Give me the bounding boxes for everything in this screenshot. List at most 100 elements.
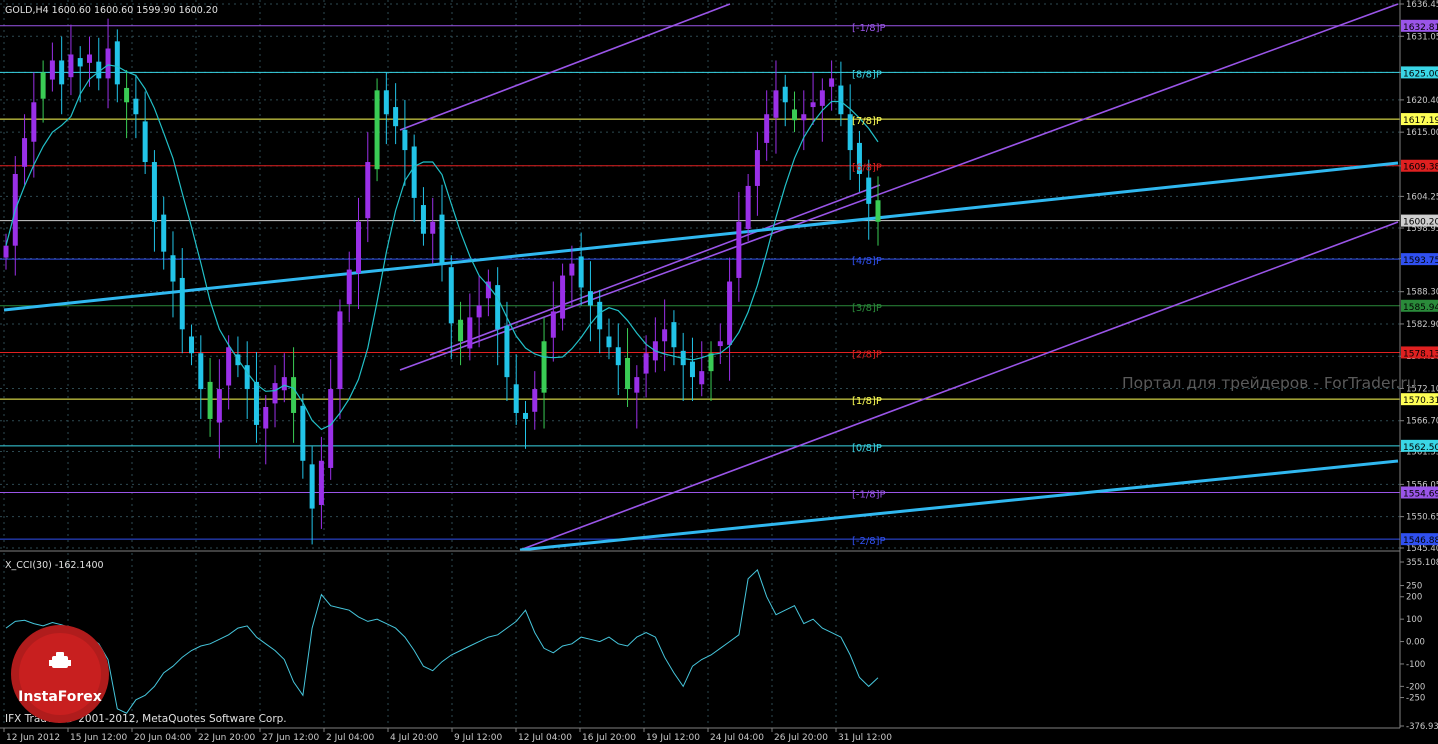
candle-body [792, 109, 798, 121]
murrey-level-label: [-2/8]P [852, 536, 886, 547]
murrey-level-label: [8/8]P [852, 69, 882, 80]
candle-body [662, 329, 668, 342]
candle-body [550, 311, 556, 338]
candle-body [727, 281, 733, 345]
time-axis-label: 16 Jul 20:00 [582, 733, 636, 743]
time-axis-label: 19 Jul 12:00 [646, 733, 700, 743]
candle-body [569, 263, 575, 276]
candle-body [875, 200, 881, 222]
candle-body [31, 102, 37, 142]
candle-body [151, 162, 157, 222]
candle-body [764, 114, 770, 143]
cci-indicator-label: X_CCI(30) -162.1400 [5, 560, 104, 571]
cci-axis-label: 100 [1406, 615, 1422, 625]
candle-body [253, 381, 259, 425]
price-axis-label: 1582.90 [1406, 320, 1438, 330]
candle-body [578, 256, 584, 288]
candle-body [291, 377, 297, 413]
candle-body [318, 460, 324, 505]
price-tag-text: 1570.31 [1403, 396, 1438, 406]
time-axis-label: 2 Jul 04:00 [326, 733, 375, 743]
time-axis-label: 15 Jun 12:00 [70, 733, 127, 743]
candle-body [198, 353, 204, 390]
candle-body [216, 389, 222, 423]
chart-background [0, 0, 1438, 744]
cci-axis-label: -376.931 [1406, 722, 1438, 732]
time-axis-label: 9 Jul 12:00 [454, 733, 503, 743]
time-axis-label: 22 Jun 20:00 [198, 733, 255, 743]
murrey-level-label: [-1/8]P [852, 23, 886, 34]
candle-body [300, 405, 306, 461]
candle-body [133, 98, 139, 115]
candle-body [179, 277, 185, 330]
candle-body [560, 275, 566, 319]
time-axis-label: 20 Jun 04:00 [134, 733, 191, 743]
price-tag-text: 1600.20 [1403, 218, 1438, 228]
murrey-level-label: [4/8]P [852, 256, 882, 267]
candle-body [59, 60, 65, 85]
candle-body [773, 90, 779, 118]
candle-body [458, 319, 464, 342]
candle-body [124, 87, 130, 103]
candle-body [689, 361, 695, 378]
candle-body [587, 291, 593, 306]
candle-body [541, 341, 547, 393]
price-axis-label: 1620.40 [1406, 96, 1438, 106]
candle-body [634, 377, 640, 393]
price-tag-text: 1632.81 [1403, 23, 1438, 33]
cci-axis-label: -100 [1406, 660, 1425, 670]
time-axis-label: 12 Jun 2012 [6, 733, 60, 743]
candle-body [49, 60, 55, 80]
candle-body [745, 185, 751, 229]
candle-body [170, 255, 176, 282]
time-axis-label: 26 Jul 20:00 [774, 733, 828, 743]
instaforex-logo: InstaForex [11, 625, 109, 723]
candle-body [114, 41, 120, 85]
time-axis-label: 12 Jul 04:00 [518, 733, 572, 743]
price-axis-label: 1588.30 [1406, 288, 1438, 298]
candle-body [495, 285, 501, 330]
candle-body [782, 86, 788, 103]
candle-body [513, 384, 519, 413]
candle-body [522, 412, 528, 419]
candle-body [866, 177, 872, 204]
candle-body [328, 389, 334, 468]
candle-body [281, 377, 287, 391]
candle-body [105, 48, 111, 79]
candle-body [142, 121, 148, 163]
candle-body [161, 214, 167, 252]
candle-body [40, 72, 46, 99]
candle-body [22, 138, 28, 167]
candle-body [86, 54, 92, 63]
cci-axis-label: 355.108 [1406, 558, 1438, 568]
murrey-level-label: [6/8]P [852, 163, 882, 174]
murrey-level-label: [7/8]P [852, 116, 882, 127]
candle-body [309, 464, 315, 509]
candle-body [346, 269, 352, 305]
candle-body [374, 90, 380, 170]
price-axis-label: 1550.65 [1406, 513, 1438, 523]
candle-body [754, 150, 760, 186]
price-axis-label: 1566.70 [1406, 417, 1438, 427]
trading-chart: [-1/8]P [8/8]P [7/8]P [6/8]P [4/8]P [3/8]P [2/… [0, 0, 1438, 744]
cci-axis-label: -250 [1406, 694, 1425, 704]
symbol-info: GOLD,H4 1600.60 1600.60 1599.90 1600.20 [5, 5, 218, 16]
candle-body [671, 322, 677, 348]
candle-body [68, 54, 74, 78]
candle-body [3, 245, 9, 258]
watermark-text: Портал для трейдеров - ForTrader.ru [1122, 374, 1417, 392]
candle-body [829, 78, 835, 87]
candle-body [244, 365, 250, 390]
candle-body [356, 221, 362, 274]
price-axis-label: 1615.00 [1406, 128, 1438, 138]
candle-body [476, 305, 482, 318]
candle-body [263, 406, 269, 429]
candle-body [439, 214, 445, 264]
candle-body [801, 114, 807, 121]
price-tag-text: 1593.75 [1403, 256, 1438, 266]
candle-body [402, 129, 408, 151]
logo-text: InstaForex [18, 689, 102, 705]
time-axis-label: 24 Jul 04:00 [710, 733, 764, 743]
candle-body [207, 381, 213, 419]
price-axis-label: 1631.05 [1406, 32, 1438, 42]
